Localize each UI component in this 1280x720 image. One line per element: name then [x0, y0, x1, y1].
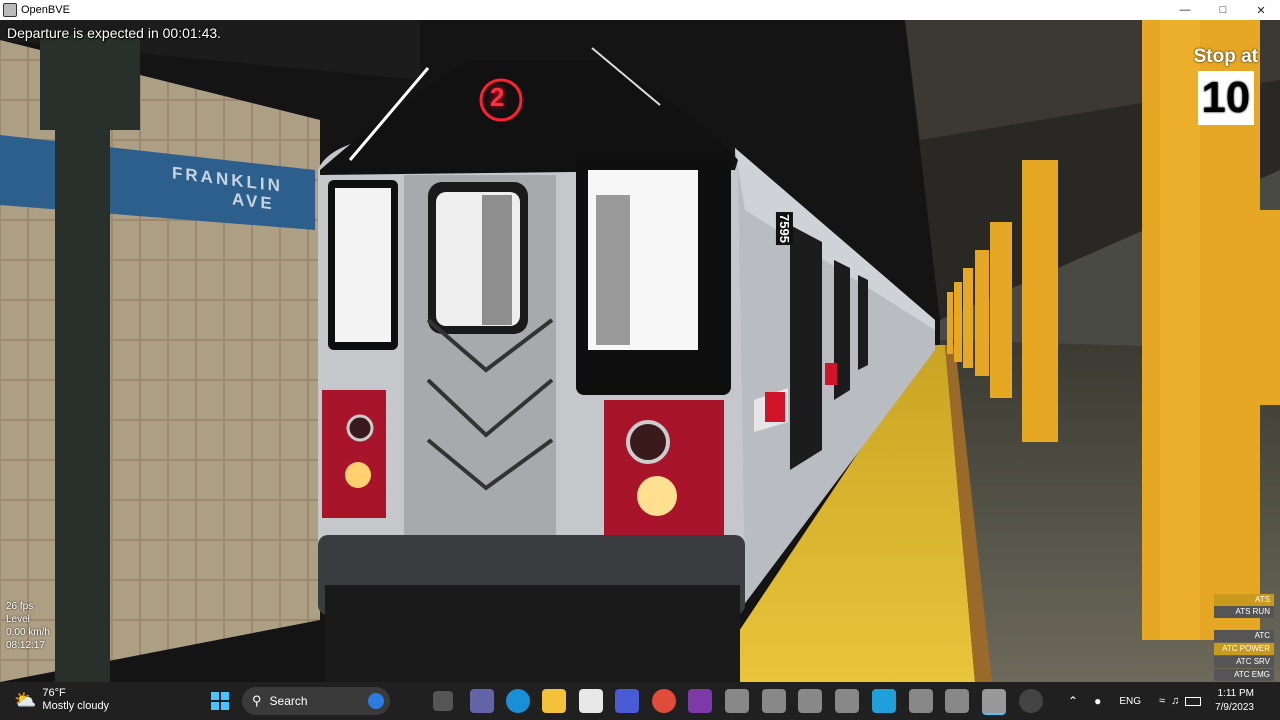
- app-icon-notify[interactable]: [1019, 689, 1043, 713]
- openbve-icon-4[interactable]: [835, 689, 859, 713]
- chrome-icon[interactable]: [652, 689, 676, 713]
- file-explorer-icon[interactable]: [542, 689, 566, 713]
- openbve-icon-3[interactable]: [798, 689, 822, 713]
- speed-readout: 0.00 km/h: [6, 627, 50, 638]
- weather-temp: 76°F: [42, 687, 66, 699]
- taskbar-search[interactable]: ⚲ Search: [242, 687, 390, 715]
- ats-indicator: ATS: [1214, 594, 1274, 606]
- atc-srv-indicator: ATC SRV: [1214, 656, 1274, 668]
- openbve-app-icon: [3, 3, 17, 17]
- windows-taskbar: ⛅ 76°F Mostly cloudy ⚲ Search ⌃ ● ENG ≈ …: [0, 682, 1280, 720]
- chevron-up-icon[interactable]: ⌃: [1068, 694, 1078, 708]
- stop-label: Stop at: [1193, 46, 1258, 67]
- openbve-icon-2[interactable]: [762, 689, 786, 713]
- window-title: OpenBVE: [21, 4, 70, 16]
- clock-readout: 08:12:17: [6, 640, 45, 651]
- departure-message: Departure is expected in 00:01:43.: [7, 25, 222, 41]
- language-indicator[interactable]: ENG: [1119, 696, 1141, 707]
- teams-icon[interactable]: [470, 689, 494, 713]
- openbve-icon-1[interactable]: [725, 689, 749, 713]
- task-view-icon[interactable]: [433, 691, 453, 711]
- window-titlebar[interactable]: OpenBVE — □ ✕: [0, 0, 1280, 20]
- volume-icon[interactable]: ♫: [1171, 695, 1179, 707]
- start-button[interactable]: [208, 689, 232, 713]
- system-tray: ⌃ ● ENG ≈ ♫: [1068, 682, 1202, 720]
- maximize-button[interactable]: □: [1204, 0, 1242, 20]
- onenote-icon[interactable]: [688, 689, 712, 713]
- atc-power-indicator: ATC POWER: [1214, 643, 1274, 655]
- simulator-viewport[interactable]: 2 7595 FRANKLIN AVE Departure is expecte…: [0, 20, 1280, 682]
- search-icon: ⚲: [252, 693, 262, 708]
- atc-indicator: ATC: [1214, 630, 1274, 642]
- status-readout: 26 fps Level 0.00 km/h 08:12:17: [6, 600, 50, 652]
- openbve-icon-active[interactable]: [982, 689, 1006, 715]
- search-placeholder: Search: [269, 694, 308, 708]
- openbve-icon-6[interactable]: [945, 689, 969, 713]
- minimize-button[interactable]: —: [1166, 0, 1204, 20]
- ats-run-indicator: ATS RUN: [1214, 606, 1274, 618]
- weather-desc: Mostly cloudy: [42, 700, 110, 712]
- bing-icon: [368, 693, 384, 709]
- clock-date: 7/9/2023: [1215, 702, 1254, 713]
- route-number: 2: [490, 82, 505, 112]
- fps-readout: 26 fps: [6, 601, 34, 612]
- store-icon[interactable]: [579, 689, 603, 713]
- grade-readout: Level: [6, 614, 30, 625]
- atc-emg-indicator: ATC EMG: [1214, 669, 1274, 681]
- battery-icon[interactable]: [1185, 696, 1202, 706]
- edge-icon[interactable]: [506, 689, 530, 713]
- wifi-icon[interactable]: ≈: [1159, 695, 1165, 707]
- close-button[interactable]: ✕: [1242, 0, 1280, 20]
- windows-logo-icon: [211, 692, 229, 710]
- stop-indicator: Stop at 10: [1194, 46, 1258, 125]
- weather-widget[interactable]: ⛅ 76°F Mostly cloudy: [14, 687, 109, 713]
- openbve-icon-5[interactable]: [909, 689, 933, 713]
- stop-car-count: 10: [1197, 71, 1254, 125]
- cloud-sun-icon: ⛅: [14, 689, 37, 710]
- car-number: 7595: [775, 212, 793, 245]
- clock-time: 1:11 PM: [1217, 688, 1255, 699]
- microphone-icon[interactable]: ●: [1094, 694, 1101, 708]
- app-icon-cyan[interactable]: [872, 689, 896, 713]
- clock[interactable]: 1:11 PM 7/9/2023: [1214, 687, 1254, 715]
- app-icon-blue[interactable]: [615, 689, 639, 713]
- subway-scene: [0, 20, 1280, 682]
